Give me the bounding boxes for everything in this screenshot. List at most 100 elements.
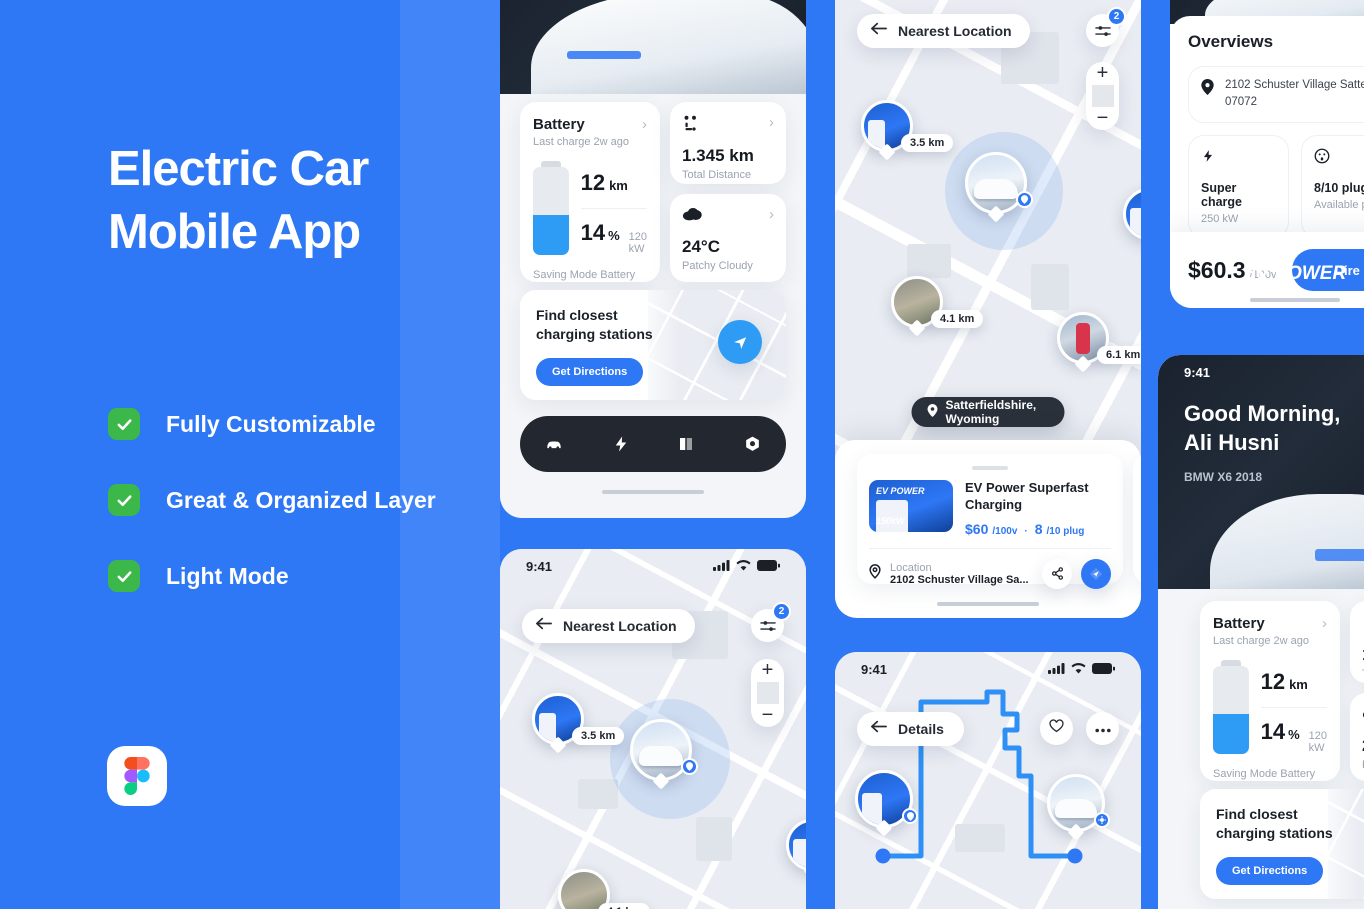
map-marker-user-car[interactable] <box>630 719 698 790</box>
promo-line2: charging stations <box>1216 824 1333 841</box>
car-grille-accent <box>567 50 641 60</box>
favorite-button[interactable] <box>1040 712 1073 745</box>
car-icon[interactable] <box>544 434 564 454</box>
car-grille-accent <box>1315 549 1364 562</box>
current-location-pill[interactable]: Satterfieldshire, Wyoming <box>911 397 1065 427</box>
arrow-left-icon <box>536 617 552 635</box>
chevron-right-icon[interactable]: › <box>769 114 774 131</box>
overview-spec-title: 8/10 plug <box>1314 180 1364 195</box>
map-marker-station[interactable] <box>1123 188 1141 249</box>
check-icon <box>108 560 140 592</box>
map-screen-primary: Nearest Location 2 + − 3.5 km 4.1 km 6.1… <box>835 0 1141 618</box>
battery-card-footer: Saving Mode Battery <box>533 269 636 281</box>
find-stations-card[interactable]: Find closest charging stations Get Direc… <box>520 290 786 400</box>
distance-card[interactable]: › 1.345 km Total Distance <box>670 102 786 184</box>
station-thumb-brand: EV POWER <box>876 486 925 496</box>
sheet-grabber[interactable] <box>972 466 1008 470</box>
chevron-right-icon[interactable]: › <box>769 206 774 223</box>
battery-card-subtitle: Last charge 2w ago <box>1213 635 1310 647</box>
feature-list: Fully Customizable Great & Organized Lay… <box>108 408 488 636</box>
battery-fill <box>533 214 569 255</box>
map-marker-user-car[interactable] <box>965 152 1033 223</box>
station-thumbnail: EV POWER 150kW <box>869 480 953 532</box>
greeting-body: Battery Last charge 2w ago › 12 km 14 % … <box>1158 589 1364 909</box>
find-stations-card[interactable]: Find closest charging stations Get Direc… <box>1200 789 1364 899</box>
battery-card[interactable]: Battery Last charge 2w ago › 12 km 14 % … <box>1200 601 1340 781</box>
overview-address-card[interactable]: 2102 Schuster Village Satterfie 07072 <box>1188 66 1364 123</box>
station-card[interactable]: EV POWER 150kW EV Power Superfast Chargi… <box>857 454 1123 589</box>
more-button[interactable] <box>1086 712 1119 745</box>
zoom-in-button[interactable]: + <box>762 659 774 682</box>
back-label: Nearest Location <box>563 618 677 634</box>
station-thumb-label: 150kW <box>876 516 905 526</box>
overview-spec-card[interactable]: Super charge 250 kW <box>1188 134 1289 238</box>
map-marker-station[interactable] <box>786 819 806 880</box>
bolt-icon <box>1201 149 1215 168</box>
battery-range-unit: km <box>1289 677 1308 692</box>
battery-card-title: Battery <box>1213 615 1265 632</box>
bolt-icon[interactable] <box>612 434 630 454</box>
zoom-out-button[interactable]: − <box>1097 107 1109 130</box>
map-marker-station[interactable]: 4.1 km <box>558 869 651 909</box>
chevron-right-icon[interactable]: › <box>642 116 647 133</box>
dashboard-body: Battery Last charge 2w ago › 12 km 14 % … <box>500 94 806 518</box>
cloud-icon <box>682 206 704 227</box>
user-geo-dot <box>1016 191 1033 208</box>
map-screen-secondary: 9:41 Nearest Location 2 + − 3.5 km <box>500 549 806 909</box>
get-directions-button[interactable]: Get Directions <box>536 357 644 386</box>
overview-price: $60.3 <box>1188 256 1246 283</box>
station-card-next[interactable] <box>1133 454 1141 584</box>
promo-line1: Find closest <box>1216 806 1298 822</box>
greeting-hero: 9:41 Good Morning, Ali Husni BMW X6 2018 <box>1158 355 1364 595</box>
map-marker-station[interactable]: 6.1 km <box>1057 312 1141 373</box>
figma-logo-icon <box>107 746 167 806</box>
map-marker-station[interactable]: 3.5 km <box>861 100 954 161</box>
greeting-car-model: BMW X6 2018 <box>1184 470 1263 484</box>
marker-distance: 3.5 km <box>901 134 954 152</box>
route-start-marker[interactable] <box>855 770 918 837</box>
navigate-icon[interactable] <box>718 320 762 364</box>
directions-icon[interactable] <box>1081 558 1111 589</box>
home-indicator <box>937 602 1039 606</box>
share-icon[interactable] <box>1042 558 1072 589</box>
settings-icon[interactable] <box>743 435 762 454</box>
feature-label: Light Mode <box>166 562 289 589</box>
station-price-unit: /100v <box>992 525 1018 537</box>
station-plugs: 8 <box>1034 520 1043 537</box>
weather-card[interactable]: › 24°C Patchy Cloudy <box>670 194 786 282</box>
heart-icon <box>1049 719 1064 738</box>
overview-spec-card[interactable]: 8/10 plug Available plu <box>1301 134 1364 238</box>
map-marker-station[interactable]: 4.1 km <box>891 276 984 337</box>
get-directions-button[interactable]: Get Directions <box>1216 856 1324 885</box>
station-plugs-unit: /10 plug <box>1046 525 1085 537</box>
distance-card[interactable]: 1.345 km Total Distance <box>1350 601 1364 683</box>
battery-card[interactable]: Battery Last charge 2w ago › 12 km 14 % … <box>520 102 660 282</box>
map-building <box>578 779 618 809</box>
marker-distance: 4.1 km <box>931 310 984 328</box>
map-icon[interactable] <box>677 435 695 453</box>
dashboard-car-hero <box>500 0 806 102</box>
distance-value: 1.345 km <box>682 146 754 165</box>
back-details-button[interactable]: Details <box>857 712 964 746</box>
page-title-line1: Electric Car <box>108 142 369 196</box>
back-nearest-location-button[interactable]: Nearest Location <box>522 609 695 643</box>
location-pill-label: Satterfieldshire, Wyoming <box>945 398 1037 426</box>
location-pin-icon <box>927 404 938 420</box>
overview-title: Overviews <box>1188 32 1274 51</box>
map-filter-button[interactable]: 2 <box>1086 7 1126 47</box>
check-icon <box>108 484 140 516</box>
zoom-in-button[interactable]: + <box>1097 62 1109 85</box>
zoom-out-button[interactable]: − <box>762 704 774 727</box>
map-filter-button[interactable]: 2 <box>751 602 791 642</box>
weather-card[interactable]: 24°C Patchy Cloudy <box>1350 693 1364 781</box>
route-end-marker[interactable] <box>1047 774 1110 841</box>
map-marker-station[interactable]: 3.5 km <box>532 693 625 754</box>
promo-line1: Find closest <box>536 307 618 323</box>
greeting-line1: Good Morning, <box>1184 401 1341 426</box>
page-title-line2: Mobile App <box>108 204 361 259</box>
battery-icon <box>757 559 780 574</box>
chevron-right-icon[interactable]: › <box>1322 615 1327 632</box>
back-nearest-location-button[interactable]: Nearest Location <box>857 14 1030 48</box>
weather-value: 24°C <box>682 237 720 256</box>
more-icon <box>1094 720 1111 738</box>
